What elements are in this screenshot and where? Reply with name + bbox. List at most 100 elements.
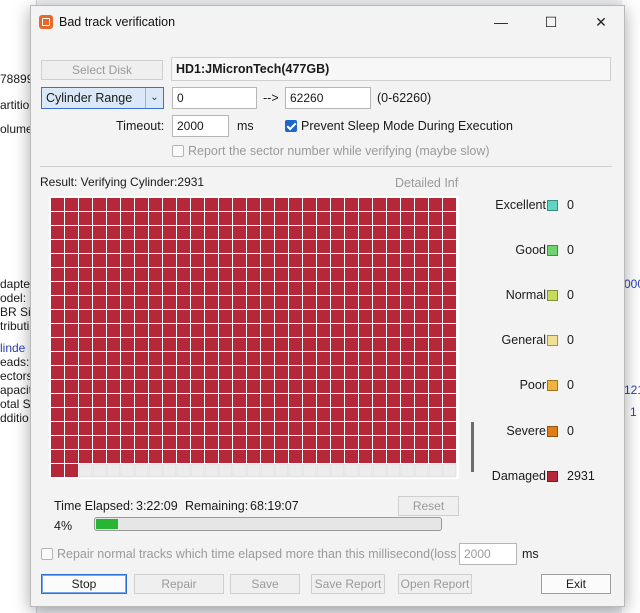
prevent-sleep-label[interactable]: Prevent Sleep Mode During Execution: [301, 119, 513, 133]
pending-block: [260, 463, 275, 478]
damaged-block: [107, 394, 120, 407]
damaged-block: [303, 366, 316, 379]
damaged-block: [415, 212, 428, 225]
damaged-block: [107, 366, 120, 379]
damaged-block: [191, 254, 204, 267]
open-report-button[interactable]: Open Report: [398, 574, 472, 594]
pending-block: [344, 463, 359, 478]
repair-ms-input[interactable]: 2000: [459, 543, 517, 565]
damaged-block: [415, 352, 428, 365]
damaged-block: [289, 268, 302, 281]
reset-button[interactable]: Reset: [398, 496, 459, 516]
close-button[interactable]: ✕: [578, 6, 624, 38]
damaged-block: [135, 310, 148, 323]
save-report-button[interactable]: Save Report: [311, 574, 385, 594]
bad-track-dialog: Bad track verification — ☐ ✕ Select Disk…: [30, 5, 625, 607]
damaged-block: [401, 240, 414, 253]
damaged-block: [289, 212, 302, 225]
legend-count: 0: [567, 378, 574, 392]
timeout-input[interactable]: 2000: [172, 115, 229, 137]
legend-excellent: Excellent 0: [471, 198, 631, 214]
damaged-block: [401, 212, 414, 225]
legend-label: General: [501, 333, 546, 347]
damaged-block: [303, 408, 316, 421]
damaged-block: [79, 198, 92, 211]
stop-button[interactable]: Stop: [41, 574, 127, 594]
damaged-block: [401, 226, 414, 239]
damaged-block: [233, 450, 246, 463]
range-end-input[interactable]: 62260: [285, 87, 371, 109]
damaged-block: [205, 212, 218, 225]
damaged-block: [373, 254, 386, 267]
damaged-block: [443, 254, 456, 267]
damaged-block: [443, 324, 456, 337]
damaged-block: [261, 310, 274, 323]
damaged-block: [275, 296, 288, 309]
damaged-block: [65, 380, 78, 393]
save-button[interactable]: Save: [230, 574, 300, 594]
prevent-sleep-checkbox[interactable]: [285, 120, 297, 132]
damaged-block: [233, 240, 246, 253]
chevron-down-icon[interactable]: ⌄: [145, 88, 163, 108]
damaged-block: [79, 268, 92, 281]
range-start-input[interactable]: 0: [172, 87, 257, 109]
damaged-block: [387, 366, 400, 379]
damaged-block: [247, 324, 260, 337]
damaged-block: [401, 268, 414, 281]
damaged-block: [107, 296, 120, 309]
damaged-block: [345, 338, 358, 351]
damaged-block: [121, 254, 134, 267]
repair-unit: ms: [522, 547, 539, 561]
range-mode-select[interactable]: Cylinder Range ⌄: [41, 87, 164, 109]
damaged-block: [429, 394, 442, 407]
damaged-block: [233, 422, 246, 435]
report-sector-checkbox[interactable]: [172, 145, 184, 157]
damaged-block: [345, 282, 358, 295]
detailed-info-button[interactable]: Detailed Info: [395, 176, 459, 190]
pending-block: [428, 463, 443, 478]
damaged-block: [401, 338, 414, 351]
damaged-block: [415, 240, 428, 253]
damaged-block: [247, 394, 260, 407]
legend-label: Severe: [506, 424, 546, 438]
damaged-block: [149, 268, 162, 281]
damaged-block: [121, 394, 134, 407]
damaged-block: [135, 268, 148, 281]
damaged-block: [191, 422, 204, 435]
repair-button[interactable]: Repair: [134, 574, 224, 594]
minimize-button[interactable]: —: [478, 6, 524, 38]
exit-button[interactable]: Exit: [541, 574, 611, 594]
damaged-block: [79, 296, 92, 309]
damaged-block: [261, 226, 274, 239]
damaged-block: [345, 366, 358, 379]
damaged-block: [275, 450, 288, 463]
damaged-block: [247, 282, 260, 295]
repair-checkbox[interactable]: [41, 548, 53, 560]
elapsed-label: Time Elapsed:: [54, 499, 134, 513]
track-grid: [51, 198, 457, 478]
legend-swatch: [547, 200, 558, 211]
damaged-block: [331, 436, 344, 449]
damaged-block: [387, 254, 400, 267]
report-sector-label[interactable]: Report the sector number while verifying…: [188, 144, 490, 158]
damaged-block: [429, 338, 442, 351]
damaged-block: [79, 282, 92, 295]
pending-block: [204, 463, 219, 478]
damaged-block: [359, 324, 372, 337]
damaged-block: [275, 268, 288, 281]
damaged-block: [65, 226, 78, 239]
damaged-block: [359, 450, 372, 463]
damaged-block: [121, 226, 134, 239]
damaged-block: [219, 324, 232, 337]
damaged-block: [373, 198, 386, 211]
select-disk-button[interactable]: Select Disk: [41, 60, 163, 80]
repair-label[interactable]: Repair normal tracks which time elapsed …: [57, 547, 457, 561]
damaged-block: [149, 352, 162, 365]
damaged-block: [247, 338, 260, 351]
maximize-button[interactable]: ☐: [528, 6, 574, 38]
legend-count: 0: [567, 288, 574, 302]
damaged-block: [331, 380, 344, 393]
damaged-block: [415, 296, 428, 309]
damaged-block: [65, 282, 78, 295]
damaged-block: [79, 450, 92, 463]
